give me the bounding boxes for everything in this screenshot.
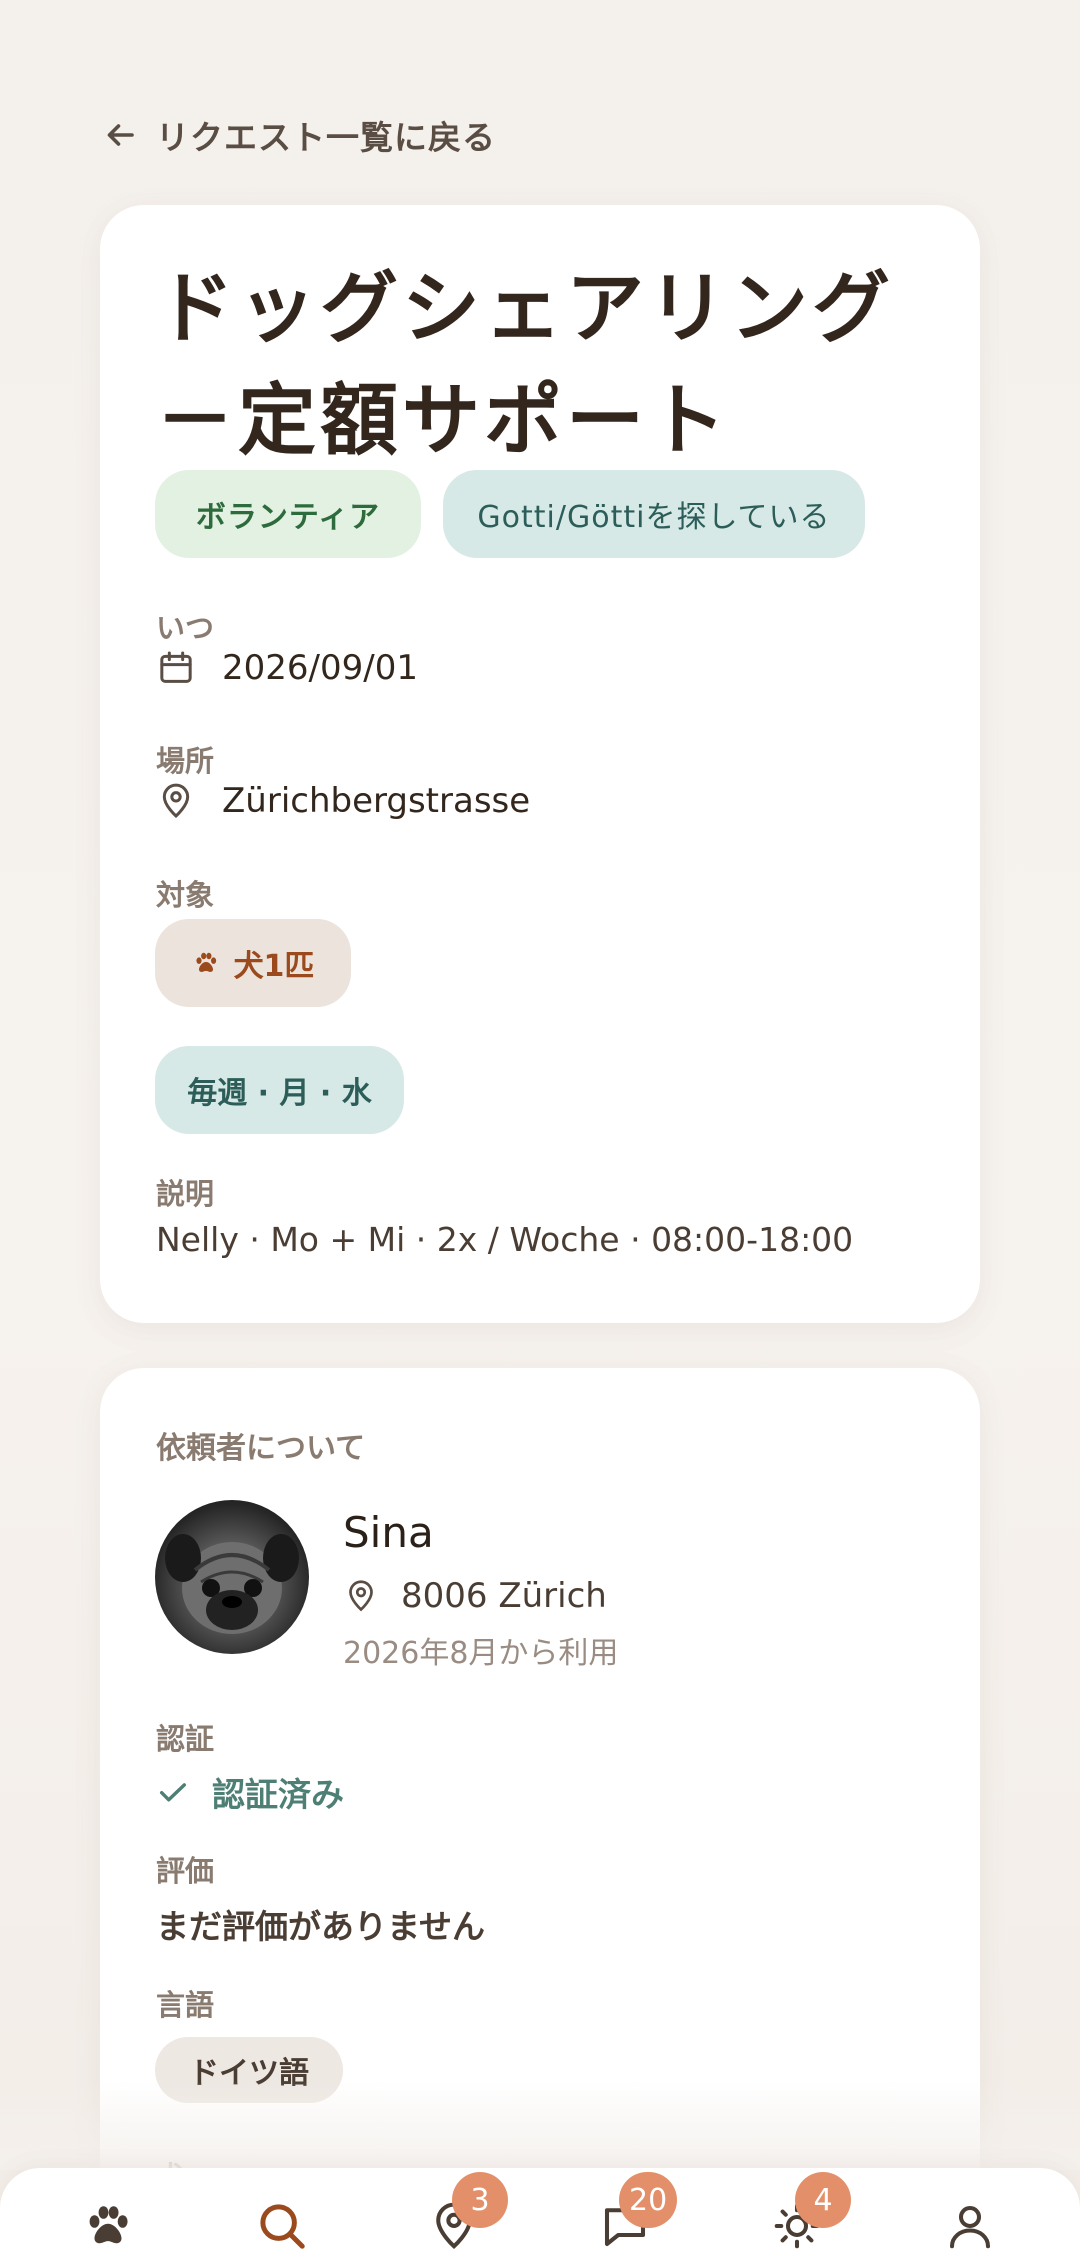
rating-value: まだ評価がありません (156, 1907, 486, 1946)
map-badge: 3 (452, 2172, 508, 2228)
rating-label: 評価 (156, 1854, 215, 1888)
dog-count-chip: 犬1匹 (155, 919, 351, 1007)
owner-section-heading: 依頼者について (156, 1431, 366, 1466)
schedule-chip: 毎週 · 月 · 水 (155, 1046, 404, 1134)
when-value: 2026/09/01 (222, 648, 418, 688)
bottom-navigation: 3 20 4 (0, 2168, 1080, 2268)
user-icon (949, 2205, 991, 2249)
when-label: いつ (156, 611, 215, 645)
verified-status: 認証済み (156, 1768, 344, 1816)
scroll-fade (0, 2080, 1080, 2170)
nav-map[interactable]: 3 (424, 2172, 508, 2256)
paw-icon (89, 2206, 128, 2244)
description-value: Nelly · Mo + Mi · 2x / Woche · 08:00-18:… (156, 1220, 854, 1259)
search-icon (260, 2204, 305, 2249)
pug-avatar-image (165, 1534, 299, 1634)
location-pin-icon (162, 783, 190, 819)
verification-label: 認証 (156, 1722, 215, 1756)
where-label: 場所 (156, 744, 215, 778)
request-detail-page: リクエスト一覧に戻る ドッグシェアリング－定額サポート ボランティア Gotti… (0, 0, 1080, 2268)
request-card: ドッグシェアリング－定額サポート ボランティア Gotti/Göttiを探してい… (100, 205, 980, 1323)
nav-profile[interactable] (940, 2196, 1000, 2256)
back-to-requests-link[interactable]: リクエスト一覧に戻る (102, 110, 496, 160)
looking-for-gotti-chip: Gotti/Göttiを探している (443, 470, 865, 558)
activity-badge: 4 (795, 2172, 851, 2228)
owner-avatar[interactable] (155, 1500, 309, 1654)
calendar-icon (160, 651, 192, 683)
owner-member-since: 2026年8月から利用 (343, 1636, 619, 1671)
nav-search[interactable] (252, 2196, 312, 2256)
owner-location: 8006 Zürich (401, 1576, 607, 1616)
owner-name: Sina (343, 1508, 434, 1557)
back-link-label: リクエスト一覧に戻る (156, 118, 496, 157)
target-label: 対象 (156, 878, 215, 912)
nav-activity[interactable]: 4 (767, 2172, 851, 2256)
paw-icon (195, 952, 216, 972)
owner-location-row: 8006 Zürich (343, 1576, 607, 1616)
description-label: 説明 (156, 1177, 215, 1211)
volunteer-chip: ボランティア (155, 470, 421, 558)
when-row: 2026/09/01 (156, 648, 418, 688)
where-row: Zürichbergstrasse (156, 781, 530, 821)
languages-label: 言語 (156, 1988, 215, 2022)
checkmark-icon (159, 1783, 187, 1802)
arrow-left-icon (107, 124, 134, 146)
messages-badge: 20 (619, 2172, 678, 2228)
verified-label: 認証済み (212, 1775, 344, 1814)
location-pin-icon (349, 1580, 373, 1612)
request-title: ドッグシェアリング－定額サポート (156, 264, 895, 466)
nav-home[interactable] (78, 2196, 138, 2256)
where-value: Zürichbergstrasse (222, 781, 531, 821)
dog-count-label: 犬1匹 (233, 949, 315, 984)
nav-messages[interactable]: 20 (595, 2172, 678, 2256)
